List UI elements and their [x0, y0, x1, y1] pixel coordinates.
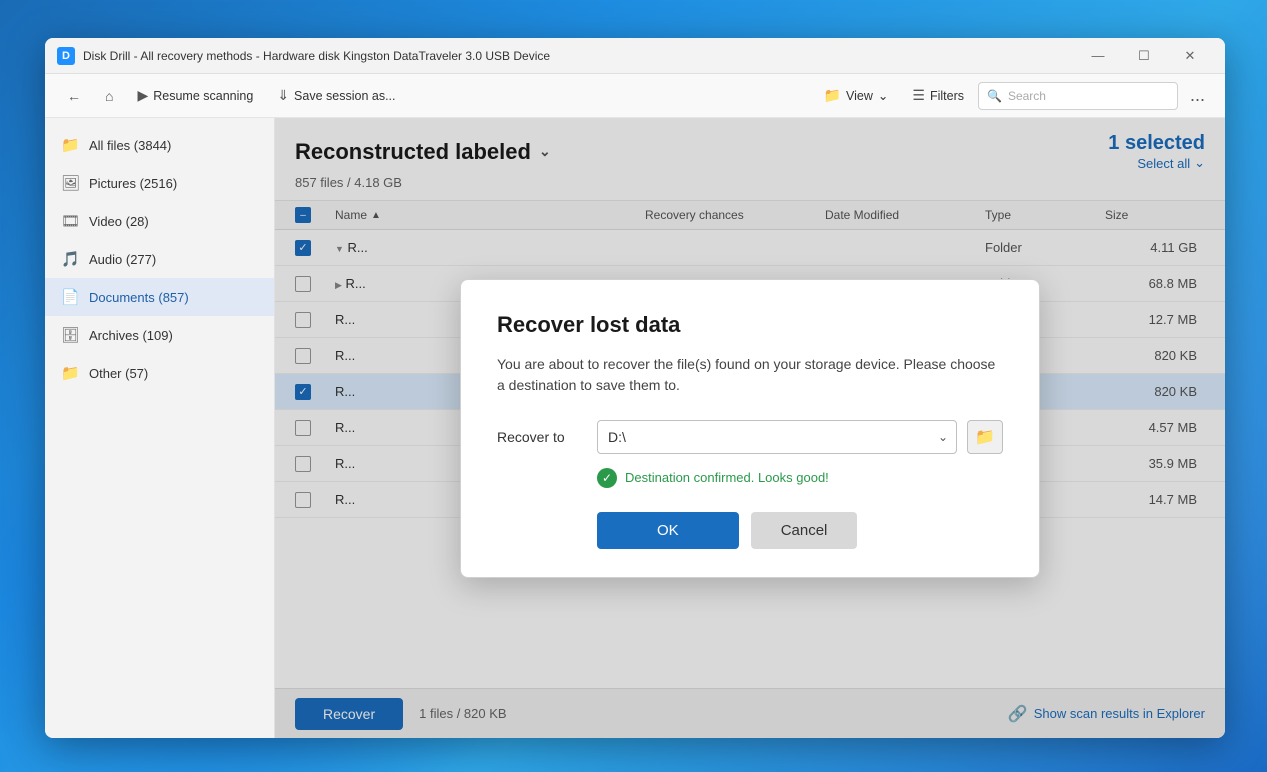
- documents-icon: 📄: [61, 288, 79, 306]
- back-icon: ←: [67, 88, 81, 104]
- home-button[interactable]: ⌂: [95, 81, 123, 111]
- sidebar: 📁 All files (3844) 🖼 Pictures (2516) 🎞 V…: [45, 118, 275, 738]
- recover-to-row: Recover to D:\ ⌄ 📁: [497, 420, 1003, 454]
- minimize-button[interactable]: —: [1075, 38, 1121, 74]
- audio-icon: 🎵: [61, 250, 79, 268]
- close-button[interactable]: ✕: [1167, 38, 1213, 74]
- back-button[interactable]: ←: [57, 81, 91, 111]
- ok-button[interactable]: OK: [597, 512, 739, 549]
- filter-icon: ☰: [912, 87, 925, 104]
- play-icon: ▶: [137, 87, 148, 104]
- video-icon: 🎞: [61, 212, 79, 230]
- recover-to-label: Recover to: [497, 429, 587, 445]
- app-icon: D: [57, 47, 75, 65]
- checkmark-icon: ✓: [597, 468, 617, 488]
- destination-select-wrapper[interactable]: D:\ ⌄: [597, 420, 957, 454]
- view-dropdown-icon: ⌄: [878, 88, 888, 103]
- pictures-icon: 🖼: [61, 174, 79, 192]
- sidebar-item-archives[interactable]: 🗄 Archives (109): [45, 316, 274, 354]
- app-window: D Disk Drill - All recovery methods - Ha…: [45, 38, 1225, 738]
- modal-body: You are about to recover the file(s) fou…: [497, 354, 1003, 396]
- save-session-button[interactable]: ⇓ Save session as...: [267, 81, 405, 111]
- destination-confirm-message: ✓ Destination confirmed. Looks good!: [597, 468, 1003, 488]
- window-controls: — ☐ ✕: [1075, 38, 1213, 74]
- browse-folder-button[interactable]: 📁: [967, 420, 1003, 454]
- sidebar-item-all-files[interactable]: 📁 All files (3844): [45, 126, 274, 164]
- more-options-button[interactable]: ...: [1182, 85, 1213, 106]
- content-area: Reconstructed labeled ⌄ 1 selected Selec…: [275, 118, 1225, 738]
- resume-scanning-button[interactable]: ▶ Resume scanning: [127, 81, 263, 111]
- sidebar-item-other[interactable]: 📁 Other (57): [45, 354, 274, 392]
- home-icon: ⌂: [105, 88, 113, 104]
- cancel-button[interactable]: Cancel: [751, 512, 858, 549]
- folder-icon: 📁: [824, 87, 841, 104]
- filters-button[interactable]: ☰ Filters: [902, 81, 974, 111]
- modal-title: Recover lost data: [497, 312, 1003, 338]
- toolbar: ← ⌂ ▶ Resume scanning ⇓ Save session as.…: [45, 74, 1225, 118]
- search-box[interactable]: 🔍 Search: [978, 82, 1178, 110]
- folder-browse-icon: 📁: [975, 427, 995, 447]
- sidebar-item-pictures[interactable]: 🖼 Pictures (2516): [45, 164, 274, 202]
- archives-icon: 🗄: [61, 326, 79, 344]
- other-icon: 📁: [61, 364, 79, 382]
- recover-dialog: Recover lost data You are about to recov…: [460, 279, 1040, 578]
- download-icon: ⇓: [277, 87, 289, 104]
- sidebar-item-audio[interactable]: 🎵 Audio (277): [45, 240, 274, 278]
- destination-select[interactable]: D:\: [608, 429, 946, 445]
- window-title: Disk Drill - All recovery methods - Hard…: [83, 49, 1075, 63]
- maximize-button[interactable]: ☐: [1121, 38, 1167, 74]
- search-icon: 🔍: [987, 89, 1002, 103]
- sidebar-item-video[interactable]: 🎞 Video (28): [45, 202, 274, 240]
- sidebar-item-documents[interactable]: 📄 Documents (857): [45, 278, 274, 316]
- all-files-icon: 📁: [61, 136, 79, 154]
- modal-footer: OK Cancel: [497, 512, 1003, 549]
- modal-overlay: Recover lost data You are about to recov…: [275, 118, 1225, 738]
- view-button[interactable]: 📁 View ⌄: [814, 81, 899, 111]
- title-bar: D Disk Drill - All recovery methods - Ha…: [45, 38, 1225, 74]
- main-area: 📁 All files (3844) 🖼 Pictures (2516) 🎞 V…: [45, 118, 1225, 738]
